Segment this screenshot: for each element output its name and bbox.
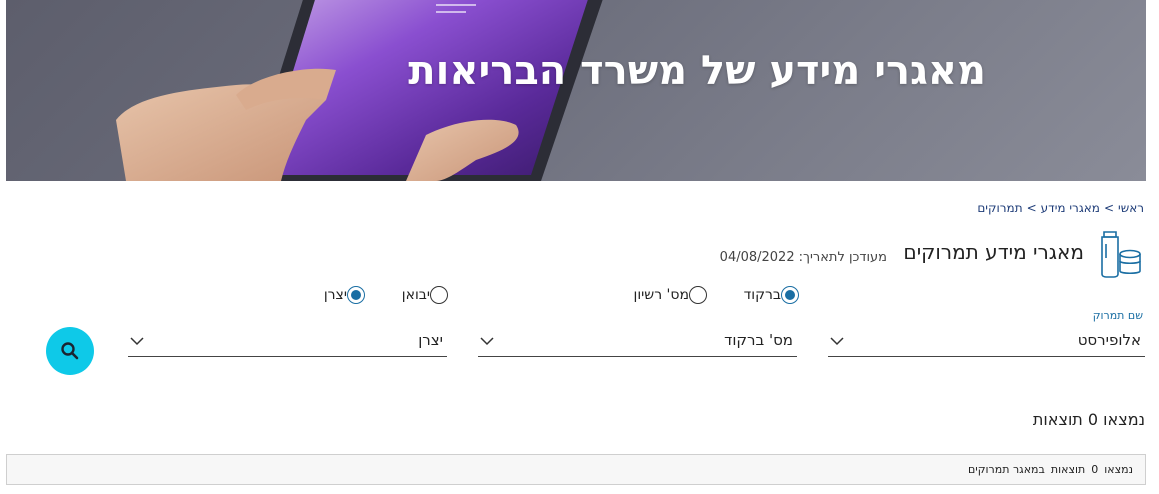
results-word: תוצאות — [1050, 463, 1086, 476]
results-count: 0 — [1091, 463, 1099, 476]
radio-manufacturer-label: יצרן — [323, 287, 347, 303]
hero-banner: מאגרי מידע של משרד הבריאות — [6, 0, 1146, 181]
chevron-down-icon — [130, 337, 144, 346]
radio-manufacturer[interactable]: יצרן — [316, 286, 365, 304]
breadcrumb-current: תמרוקים — [977, 201, 1023, 215]
results-context: במאגר תמרוקים — [967, 463, 1045, 476]
radio-barcode[interactable]: ברקוד — [736, 286, 799, 304]
product-name-value: אלופירסט — [1077, 331, 1141, 349]
cosmetics-jars-icon — [1101, 231, 1141, 278]
product-name-dropdown[interactable]: אלופירסט — [828, 328, 1145, 357]
chevron-down-icon — [830, 337, 844, 346]
breadcrumb-home[interactable]: ראשי — [1118, 201, 1144, 215]
breadcrumb-separator: > — [1026, 201, 1037, 215]
radio-importer[interactable]: יבואן — [394, 286, 448, 304]
search-icon — [61, 342, 79, 360]
radio-barcode-circle[interactable] — [781, 286, 799, 304]
page-title: מאגרי מידע תמרוקים — [903, 240, 1084, 264]
breadcrumb: ראשי>מאגרי מידע>תמרוקים — [977, 201, 1144, 215]
chevron-down-icon — [480, 337, 494, 346]
radio-manufacturer-circle[interactable] — [347, 286, 365, 304]
breadcrumb-databases[interactable]: מאגרי מידע — [1041, 201, 1100, 215]
product-name-caption: שם תמרוק — [1092, 309, 1143, 322]
page: מאגרי מידע של משרד הבריאות ראשי>מאגרי מי… — [0, 0, 1159, 494]
hero-title: מאגרי מידע של משרד הבריאות — [408, 48, 986, 94]
manufacturer-dropdown[interactable]: יצרן — [128, 328, 447, 357]
last-updated-label: מעודכן לתאריך: — [798, 250, 887, 265]
results-summary: נמצאו 0 תוצאות במאגר תמרוקים — [962, 463, 1133, 476]
results-found-label: נמצאו — [1104, 463, 1133, 476]
last-updated: מעודכן לתאריך:04/08/2022 — [720, 250, 887, 265]
search-button[interactable] — [46, 327, 94, 375]
barcode-value: מס' ברקוד — [724, 331, 793, 349]
breadcrumb-separator: > — [1103, 201, 1115, 215]
radio-importer-label: יבואן — [401, 287, 430, 303]
radio-importer-circle[interactable] — [430, 286, 448, 304]
radio-license-number-circle[interactable] — [689, 286, 707, 304]
radio-barcode-label: ברקוד — [743, 287, 781, 303]
manufacturer-value: יצרן — [418, 331, 443, 349]
radio-license-number[interactable]: מס' רשיון — [626, 286, 707, 304]
barcode-dropdown[interactable]: מס' ברקוד — [478, 328, 797, 357]
last-updated-date: 04/08/2022 — [719, 250, 795, 265]
radio-license-number-label: מס' רשיון — [633, 287, 689, 303]
results-heading: נמצאו 0 תוצאות — [1032, 410, 1145, 429]
results-panel: נמצאו 0 תוצאות במאגר תמרוקים — [6, 454, 1146, 485]
